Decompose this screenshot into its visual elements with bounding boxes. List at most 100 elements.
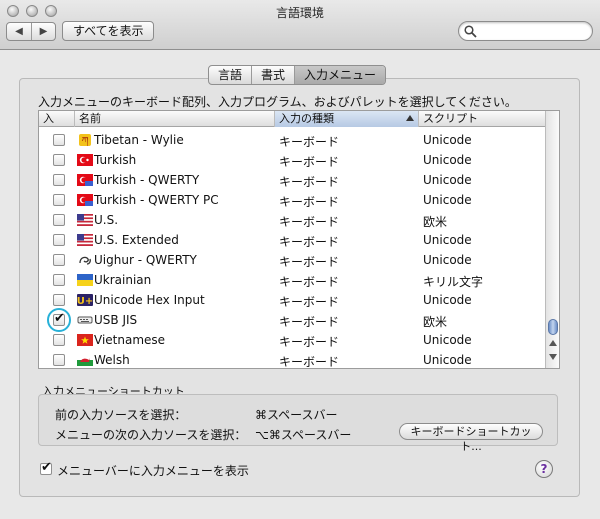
row-name: Tibetan - Wylie xyxy=(94,133,184,147)
row-script: Unicode xyxy=(423,193,472,207)
row-kind: キーボード xyxy=(279,255,340,269)
enable-checkbox[interactable] xyxy=(53,234,65,246)
row-name: Vietnamese xyxy=(94,333,166,347)
svg-text:ཀ: ཀ xyxy=(81,136,88,146)
row-kind: キーボード xyxy=(279,355,340,368)
row-name: USB JIS xyxy=(94,313,138,327)
row-name: Ukrainian xyxy=(94,273,152,287)
row-kind: キーボード xyxy=(279,195,340,209)
header-kind-label: 入力の種類 xyxy=(279,112,334,125)
description-text: 入力メニューのキーボード配列、入力プログラム、およびパレットを選択してください。 xyxy=(38,95,517,109)
row-script: Unicode xyxy=(423,173,472,187)
search-field[interactable] xyxy=(458,21,593,41)
show-in-menubar-checkbox[interactable] xyxy=(40,460,52,475)
turkey-flag-icon xyxy=(77,194,93,206)
row-name: U.S. Extended xyxy=(94,233,179,247)
next-source-shortcut: ⌥⌘スペースバー xyxy=(255,428,352,442)
scroll-down-icon[interactable] xyxy=(549,354,557,360)
row-script: Unicode xyxy=(423,133,472,147)
usb-keyboard-icon xyxy=(77,316,93,324)
header-kind[interactable]: 入力の種類 xyxy=(275,111,419,127)
row-name: U.S. xyxy=(94,213,119,227)
header-name[interactable]: 名前 xyxy=(75,111,275,127)
table-row[interactable]: USB JIS キーボード 欧米 xyxy=(39,308,545,332)
table-row[interactable]: Ukrainian キーボード キリル文字 xyxy=(39,270,545,290)
table-row[interactable]: Turkish - QWERTY キーボード Unicode xyxy=(39,170,545,190)
table-row[interactable]: Vietnamese キーボード Unicode xyxy=(39,330,545,350)
show-all-button[interactable]: すべてを表示 xyxy=(62,21,155,41)
enable-checkbox[interactable] xyxy=(53,334,65,346)
tab-input-menu[interactable]: 入力メニュー xyxy=(294,66,386,84)
row-script: Unicode xyxy=(423,253,472,267)
turkey-flag-icon xyxy=(77,154,93,166)
tab-language[interactable]: 言語 xyxy=(209,66,251,84)
table-row[interactable]: U.S. Extended キーボード Unicode xyxy=(39,230,545,250)
table-row[interactable]: ཀ Tibetan - Wylie キーボード Unicode xyxy=(39,130,545,150)
table-header: 入 名前 入力の種類 スクリプト xyxy=(39,111,545,127)
enable-checkbox[interactable] xyxy=(53,174,65,186)
prev-source-label: 前の入力ソースを選択： xyxy=(55,408,187,422)
table-row[interactable]: U.S. キーボード 欧米 xyxy=(39,210,545,230)
table-row[interactable]: Turkish キーボード Unicode xyxy=(39,150,545,170)
header-script[interactable]: スクリプト xyxy=(419,111,545,127)
help-button[interactable]: ? xyxy=(535,460,553,478)
enable-checkbox[interactable] xyxy=(53,134,65,146)
svg-text:U+: U+ xyxy=(77,296,93,306)
vertical-scrollbar[interactable] xyxy=(545,111,559,368)
enable-checkbox[interactable] xyxy=(53,214,65,226)
table-row[interactable]: Turkish - QWERTY PC キーボード Unicode xyxy=(39,190,545,210)
input-source-table: 入 名前 入力の種類 スクリプト ཀ Tibetan - Wylie キーボード… xyxy=(38,110,560,369)
row-script: 欧米 xyxy=(423,215,448,229)
enable-checkbox[interactable] xyxy=(53,154,65,166)
row-name: Turkish xyxy=(94,153,137,167)
table-row[interactable]: Welsh キーボード Unicode xyxy=(39,350,545,368)
scroll-thumb[interactable] xyxy=(548,319,558,335)
row-name: Turkish - QWERTY PC xyxy=(94,193,219,207)
forward-button[interactable]: ▶ xyxy=(31,23,55,40)
row-script: 欧米 xyxy=(423,315,448,329)
search-input[interactable] xyxy=(479,23,584,39)
back-forward-control: ◀ ▶ xyxy=(6,22,56,41)
row-kind: キーボード xyxy=(279,215,340,229)
row-kind: キーボード xyxy=(279,155,340,169)
row-kind: キーボード xyxy=(279,135,340,149)
preferences-window: 言語環境 ◀ ▶ すべてを表示 言語 書式 入力メニュー 入力メニューのキーボー… xyxy=(0,0,600,519)
row-kind: キーボード xyxy=(279,275,340,289)
titlebar: 言語環境 ◀ ▶ すべてを表示 xyxy=(0,0,600,50)
table-row[interactable]: U+ Unicode Hex Input キーボード Unicode xyxy=(39,290,545,310)
row-kind: キーボード xyxy=(279,235,340,249)
row-kind: キーボード xyxy=(279,315,340,329)
search-icon xyxy=(464,25,477,38)
forward-arrow-icon: ▶ xyxy=(39,26,48,37)
back-button[interactable]: ◀ xyxy=(7,23,31,40)
enable-checkbox[interactable] xyxy=(53,254,65,266)
tab-bar: 言語 書式 入力メニュー xyxy=(208,65,387,85)
wales-flag-icon xyxy=(77,354,93,366)
row-name: Unicode Hex Input xyxy=(94,293,205,307)
table-rows: ཀ Tibetan - Wylie キーボード Unicode Turkish … xyxy=(39,128,545,368)
row-name: Uighur - QWERTY xyxy=(94,253,197,267)
tibetan-icon: ཀ xyxy=(79,134,91,146)
row-kind: キーボード xyxy=(279,335,340,349)
row-script: Unicode xyxy=(423,333,472,347)
enable-checkbox[interactable] xyxy=(53,354,65,366)
row-kind: キーボード xyxy=(279,175,340,189)
window-title: 言語環境 xyxy=(275,6,324,20)
row-script: Unicode xyxy=(423,233,472,247)
enable-checkbox[interactable] xyxy=(53,194,65,206)
enable-checkbox[interactable] xyxy=(53,294,65,306)
tab-formats[interactable]: 書式 xyxy=(251,66,294,84)
vietnam-flag-icon xyxy=(77,334,93,346)
scroll-up-icon[interactable] xyxy=(549,340,557,346)
table-row[interactable]: Uighur - QWERTY キーボード Unicode xyxy=(39,250,545,270)
row-kind: キーボード xyxy=(279,295,340,309)
next-source-label: メニューの次の入力ソースを選択： xyxy=(55,428,247,442)
row-name: Welsh xyxy=(94,353,130,367)
back-arrow-icon: ◀ xyxy=(15,26,23,37)
unicode-hex-icon: U+ xyxy=(77,294,93,306)
enable-checkbox[interactable] xyxy=(53,311,65,326)
row-script: Unicode xyxy=(423,353,472,367)
keyboard-shortcuts-button[interactable]: キーボードショートカット... xyxy=(399,423,543,453)
header-check[interactable]: 入 xyxy=(39,111,75,127)
enable-checkbox[interactable] xyxy=(53,274,65,286)
